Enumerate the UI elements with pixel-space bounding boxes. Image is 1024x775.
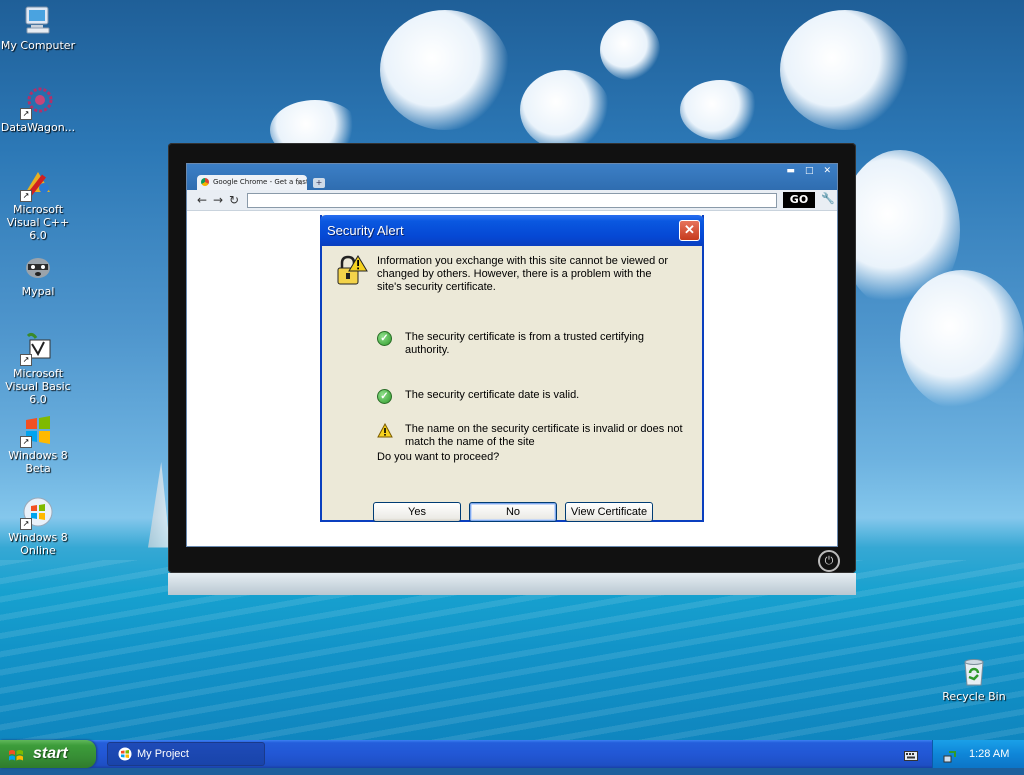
windows-flag-icon (8, 746, 24, 762)
visual-cpp-icon: ↗ (20, 168, 54, 202)
dialog-intro-text: Information you exchange with this site … (377, 255, 669, 293)
security-lock-warning-icon (334, 254, 368, 288)
browser-toolbar: ← → ↻ GO 🔧 (187, 190, 837, 211)
check-ok-icon: ✓ (377, 331, 392, 346)
check-text: The security certificate is from a trust… (405, 331, 645, 356)
new-tab-button[interactable]: + (313, 178, 325, 188)
dialog-titlebar: Security Alert ✕ (320, 215, 704, 246)
desktop: My Computer ↗ DataWagon... ↗ Microsoft V… (0, 0, 1024, 740)
sailboat (148, 462, 170, 548)
go-button[interactable]: GO (783, 192, 815, 208)
dialog-close-button[interactable]: ✕ (679, 220, 700, 241)
cloud (680, 80, 760, 140)
shortcut-arrow-icon: ↗ (20, 354, 32, 366)
back-icon[interactable]: ← (195, 193, 209, 207)
check-ok-icon: ✓ (377, 389, 392, 404)
power-icon: ⏻ (818, 550, 840, 572)
mypal-icon (22, 250, 54, 282)
desktop-icon-windows-8-beta[interactable]: ↗ Windows 8 Beta (0, 414, 78, 475)
chrome-icon (201, 178, 209, 186)
taskbar: start My Project 1:28 AM (0, 740, 1024, 768)
maximize-icon[interactable]: □ (805, 166, 814, 176)
window-controls: ▬ □ ✕ (786, 166, 831, 176)
cloud (900, 270, 1024, 410)
dialog-title: Security Alert (327, 223, 404, 238)
minimize-icon[interactable]: ▬ (786, 166, 795, 176)
desktop-icon-visual-cpp[interactable]: ↗ Microsoft Visual C++ 6.0 (0, 168, 78, 242)
windows-logo-icon (118, 747, 132, 761)
address-bar[interactable] (247, 193, 777, 208)
datawagon-icon: ↗ (20, 86, 54, 120)
view-certificate-button[interactable]: View Certificate (565, 502, 653, 522)
start-button[interactable]: start (0, 740, 96, 768)
wrench-icon[interactable]: 🔧 (821, 192, 835, 205)
yes-button[interactable]: Yes (373, 502, 461, 522)
reload-icon[interactable]: ↻ (227, 193, 241, 207)
tab-close-icon[interactable]: × (296, 175, 303, 190)
cloud (380, 10, 510, 130)
browser-titlebar: Google Chrome - Get a fast × + ▬ □ ✕ (187, 164, 837, 190)
no-button[interactable]: No (469, 502, 557, 522)
security-alert-dialog: Security Alert ✕ Information you exchang… (320, 215, 704, 522)
windows-orb-icon: ↗ (20, 496, 54, 530)
cloud (520, 70, 610, 150)
system-tray: 1:28 AM (932, 740, 1024, 768)
browser-tab[interactable]: Google Chrome - Get a fast × (197, 175, 307, 190)
shortcut-arrow-icon: ↗ (20, 108, 32, 120)
desktop-icon-windows-8-online[interactable]: ↗ Windows 8 Online (0, 496, 78, 557)
monitor-base (168, 573, 856, 595)
check-text: The name on the security certificate is … (405, 423, 683, 448)
forward-icon[interactable]: → (211, 193, 225, 207)
close-icon[interactable]: ✕ (823, 166, 831, 176)
shortcut-arrow-icon: ↗ (20, 190, 32, 202)
check-text: The security certificate date is valid. (405, 389, 580, 401)
tab-title: Google Chrome - Get a fast (213, 178, 307, 186)
start-label: start (33, 745, 68, 762)
keyboard-icon[interactable] (904, 747, 918, 761)
taskbar-item-my-project[interactable]: My Project (107, 742, 265, 766)
taskbar-item-label: My Project (137, 748, 189, 760)
windows-logo-icon: ↗ (20, 414, 54, 448)
desktop-icon-visual-basic[interactable]: ↗ Microsoft Visual Basic 6.0 (0, 332, 78, 406)
desktop-icon-recycle-bin[interactable]: Recycle Bin (938, 655, 1010, 703)
cloud (780, 10, 910, 130)
network-icon[interactable] (943, 747, 957, 763)
warning-icon (377, 422, 393, 438)
visual-basic-icon: ↗ (20, 332, 54, 366)
desktop-icon-my-computer[interactable]: My Computer (0, 4, 78, 52)
recycle-bin-label: Recycle Bin (942, 690, 1006, 703)
dialog-body: Information you exchange with this site … (322, 246, 702, 522)
shortcut-arrow-icon: ↗ (20, 518, 32, 530)
shortcut-arrow-icon: ↗ (20, 436, 32, 448)
desktop-icon-datawagon[interactable]: ↗ DataWagon... (0, 86, 78, 134)
clock[interactable]: 1:28 AM (969, 740, 1009, 768)
cloud (600, 20, 660, 80)
proceed-question: Do you want to proceed? (377, 451, 500, 463)
recycle-bin-icon (958, 655, 990, 687)
my-computer-icon (22, 4, 54, 36)
desktop-icon-mypal[interactable]: Mypal (0, 250, 78, 298)
